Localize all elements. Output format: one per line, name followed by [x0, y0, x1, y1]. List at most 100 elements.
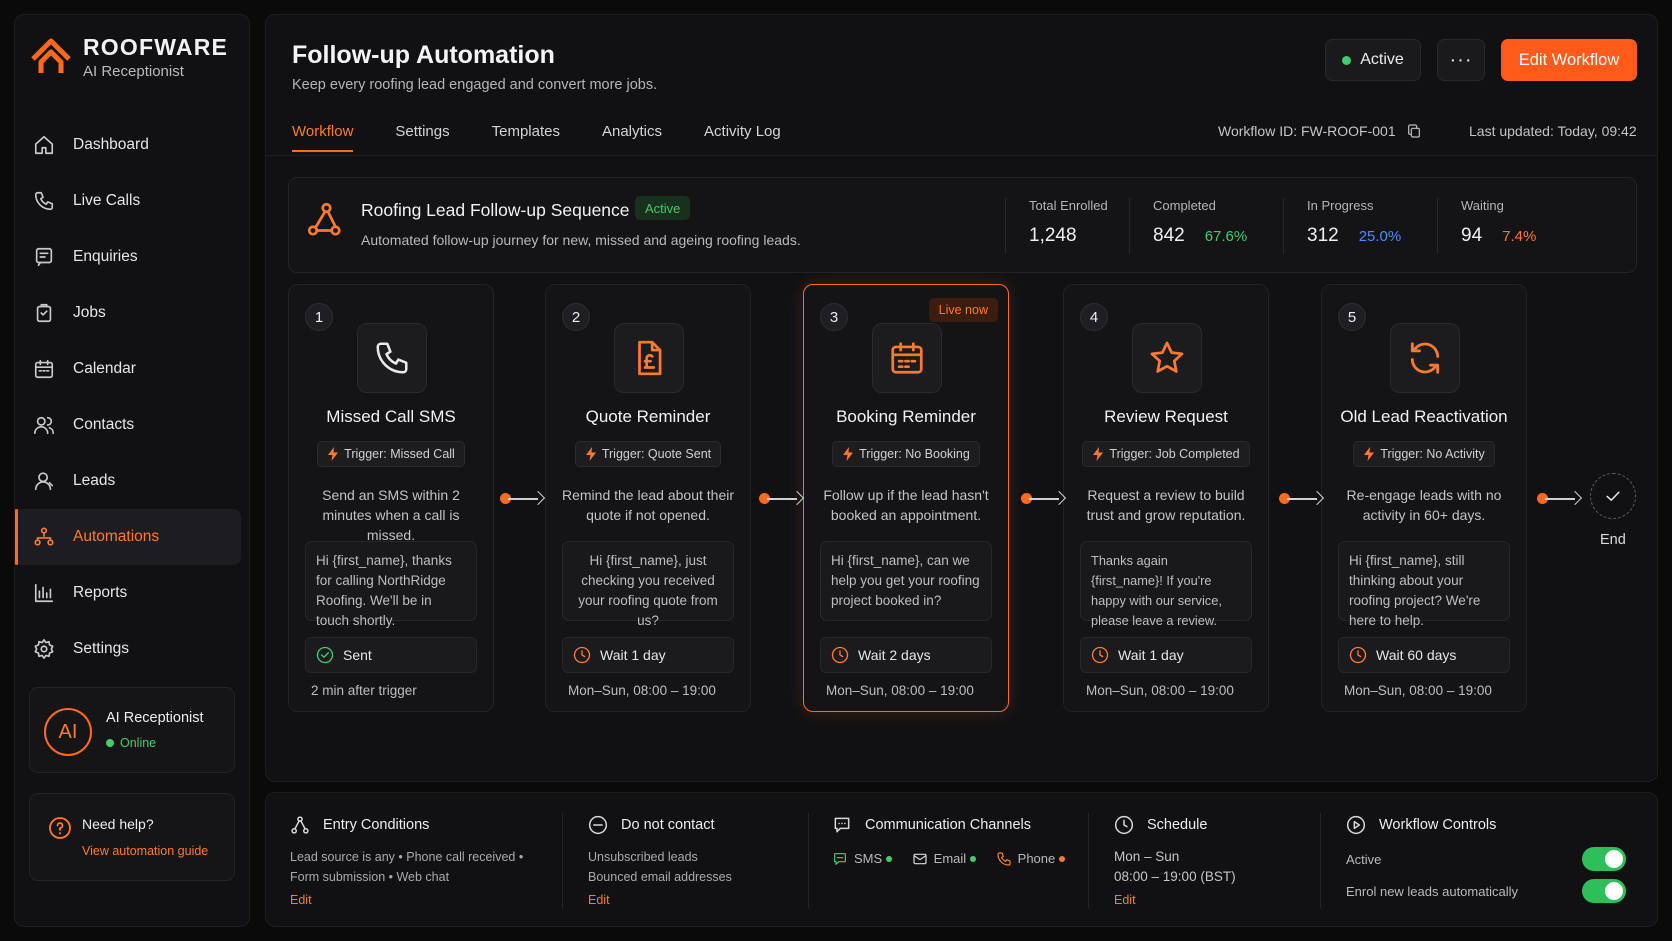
gear-icon: [34, 639, 54, 659]
tab-workflow[interactable]: Workflow: [292, 123, 354, 152]
sidebar-item-enquiries[interactable]: Enquiries: [15, 229, 249, 285]
sidebar-item-dashboard[interactable]: Dashboard: [15, 117, 249, 173]
tab-settings[interactable]: Settings: [395, 123, 449, 152]
sidebar-item-leads[interactable]: Leads: [15, 453, 249, 509]
step-number: 4: [1080, 303, 1108, 331]
stat-label: In Progress: [1307, 198, 1374, 213]
chat-icon: [834, 817, 850, 833]
step-icon-box: [614, 323, 684, 393]
edit-do-not-contact-link[interactable]: Edit: [588, 893, 732, 907]
stat-value: 1,248: [1029, 225, 1077, 246]
active-dot-icon: [1342, 55, 1352, 65]
stat-divider: [1129, 198, 1130, 254]
message-preview: Hi {first_name}, thanks for calling Nort…: [305, 541, 477, 628]
step-footer: 2 min after trigger: [311, 683, 417, 698]
header-divider: [266, 155, 1657, 156]
step-description: Request a review to build trust and grow…: [1086, 487, 1246, 523]
bolt-icon: [1364, 447, 1375, 461]
ai-receptionist-card[interactable]: AI AI Receptionist Online: [29, 687, 235, 773]
step-trigger: Trigger: No Activity: [1322, 441, 1526, 467]
sidebar-item-automations[interactable]: Automations: [15, 509, 241, 565]
tab-analytics[interactable]: Analytics: [602, 123, 662, 152]
end-node: [1590, 473, 1636, 519]
sidebar-item-label: Dashboard: [73, 136, 149, 153]
message-preview: Hi {first_name}, still thinking about yo…: [1338, 541, 1510, 628]
help-card: Need help? View automation guide: [29, 793, 235, 881]
control-label: Enrol new leads automatically: [1346, 883, 1518, 899]
edit-schedule-link[interactable]: Edit: [1114, 893, 1236, 907]
message-preview: Thanks again {first_name}! If you're hap…: [1080, 541, 1252, 628]
stat-percent: 7.4%: [1502, 228, 1537, 245]
stat-in-progress: In Progress 312 25.0%: [1307, 198, 1401, 247]
sidebar-item-calendar[interactable]: Calendar: [15, 341, 249, 397]
active-toggle[interactable]: [1582, 847, 1626, 871]
sidebar-item-settings[interactable]: Settings: [15, 621, 249, 677]
step-trigger: Trigger: Job Completed: [1064, 441, 1268, 467]
sidebar-item-jobs[interactable]: Jobs: [15, 285, 249, 341]
phone-icon: [34, 191, 54, 211]
ai-card-title: AI Receptionist: [106, 710, 204, 726]
edit-entry-conditions-link[interactable]: Edit: [290, 893, 523, 907]
check-circle-icon: [316, 646, 334, 664]
step-title: Old Lead Reactivation: [1340, 407, 1508, 426]
bolt-icon: [1093, 447, 1104, 461]
clipboard-icon: [36, 303, 52, 323]
step-card-old-lead-reactivation[interactable]: 5 Old Lead Reactivation Trigger: No Acti…: [1321, 284, 1527, 712]
status-text: Online: [120, 736, 157, 750]
step-card-booking-reminder[interactable]: 3 Live now Booking Reminder Trigger: No …: [803, 284, 1009, 712]
block-icon: [588, 815, 608, 835]
schedule-hours: 08:00 – 19:00 (BST): [1114, 869, 1236, 884]
section-title: Schedule: [1147, 817, 1208, 833]
clock-icon: [1114, 815, 1134, 835]
brand[interactable]: ROOFWARE AI Receptionist: [29, 33, 228, 80]
step-status: Wait 1 day: [562, 637, 734, 673]
step-card-review-request[interactable]: 4 Review Request Trigger: Job Completed …: [1063, 284, 1269, 712]
calendar-icon: [34, 359, 54, 379]
play-circle-icon: [1346, 815, 1366, 835]
step-card-missed-call-sms[interactable]: 1 Missed Call SMS Trigger: Missed Call S…: [288, 284, 494, 712]
channel-email[interactable]: Email: [912, 849, 977, 869]
phone-icon: [997, 852, 1011, 866]
channel-sms[interactable]: SMS: [832, 849, 893, 869]
workflow-id-text: Workflow ID: FW-ROOF-001: [1218, 123, 1396, 139]
automation-guide-link[interactable]: View automation guide: [82, 844, 208, 858]
sidebar-item-label: Contacts: [73, 416, 135, 433]
sidebar-item-label: Leads: [73, 472, 116, 489]
section-divider: [1320, 813, 1321, 909]
stat-waiting: Waiting 94 7.4%: [1461, 198, 1536, 247]
tab-activity-log[interactable]: Activity Log: [704, 123, 781, 152]
step-card-quote-reminder[interactable]: 2 Quote Reminder Trigger: Quote Sent Rem…: [545, 284, 751, 712]
trigger-label: Trigger: Quote Sent: [601, 447, 712, 461]
sidebar-item-reports[interactable]: Reports: [15, 565, 249, 621]
schedule-days: Mon – Sun: [1114, 849, 1180, 864]
status-button[interactable]: Active: [1325, 39, 1421, 81]
step-status: Wait 60 days: [1338, 637, 1510, 673]
workflow-id: Workflow ID: FW-ROOF-001: [1218, 123, 1422, 139]
stat-divider: [1283, 198, 1284, 254]
step-footer: Mon–Sun, 08:00 – 19:00: [826, 683, 974, 698]
step-description: Follow up if the lead hasn't booked an a…: [823, 487, 989, 523]
dnc-rule: Bounced email addresses: [588, 870, 732, 884]
status-badge: Active: [635, 196, 691, 220]
copy-icon[interactable]: [1406, 123, 1422, 139]
stat-percent: 25.0%: [1358, 228, 1402, 245]
section-title: Entry Conditions: [323, 817, 430, 833]
edit-workflow-button[interactable]: Edit Workflow: [1501, 39, 1637, 81]
stat-value: 312: [1307, 225, 1339, 246]
sidebar-item-live-calls[interactable]: Live Calls: [15, 173, 249, 229]
step-status: Sent: [305, 637, 477, 673]
trigger-label: Trigger: Missed Call: [344, 447, 455, 461]
sidebar-item-contacts[interactable]: Contacts: [15, 397, 249, 453]
automation-icon: [34, 527, 54, 546]
enrol-leads-toggle[interactable]: [1582, 879, 1626, 903]
step-description: Re-engage leads with no activity in 60+ …: [1346, 487, 1502, 523]
tab-templates[interactable]: Templates: [492, 123, 560, 152]
trigger-label: Trigger: No Activity: [1380, 447, 1485, 461]
step-title: Booking Reminder: [836, 407, 976, 426]
sidebar-nav: Dashboard Live Calls Enquiries Jobs Cale…: [15, 117, 249, 677]
channel-phone[interactable]: Phone: [996, 849, 1066, 869]
more-options-button[interactable]: ···: [1437, 39, 1485, 81]
sidebar-item-label: Jobs: [73, 304, 106, 321]
step-number: 2: [562, 303, 590, 331]
step-icon-box: [872, 323, 942, 393]
